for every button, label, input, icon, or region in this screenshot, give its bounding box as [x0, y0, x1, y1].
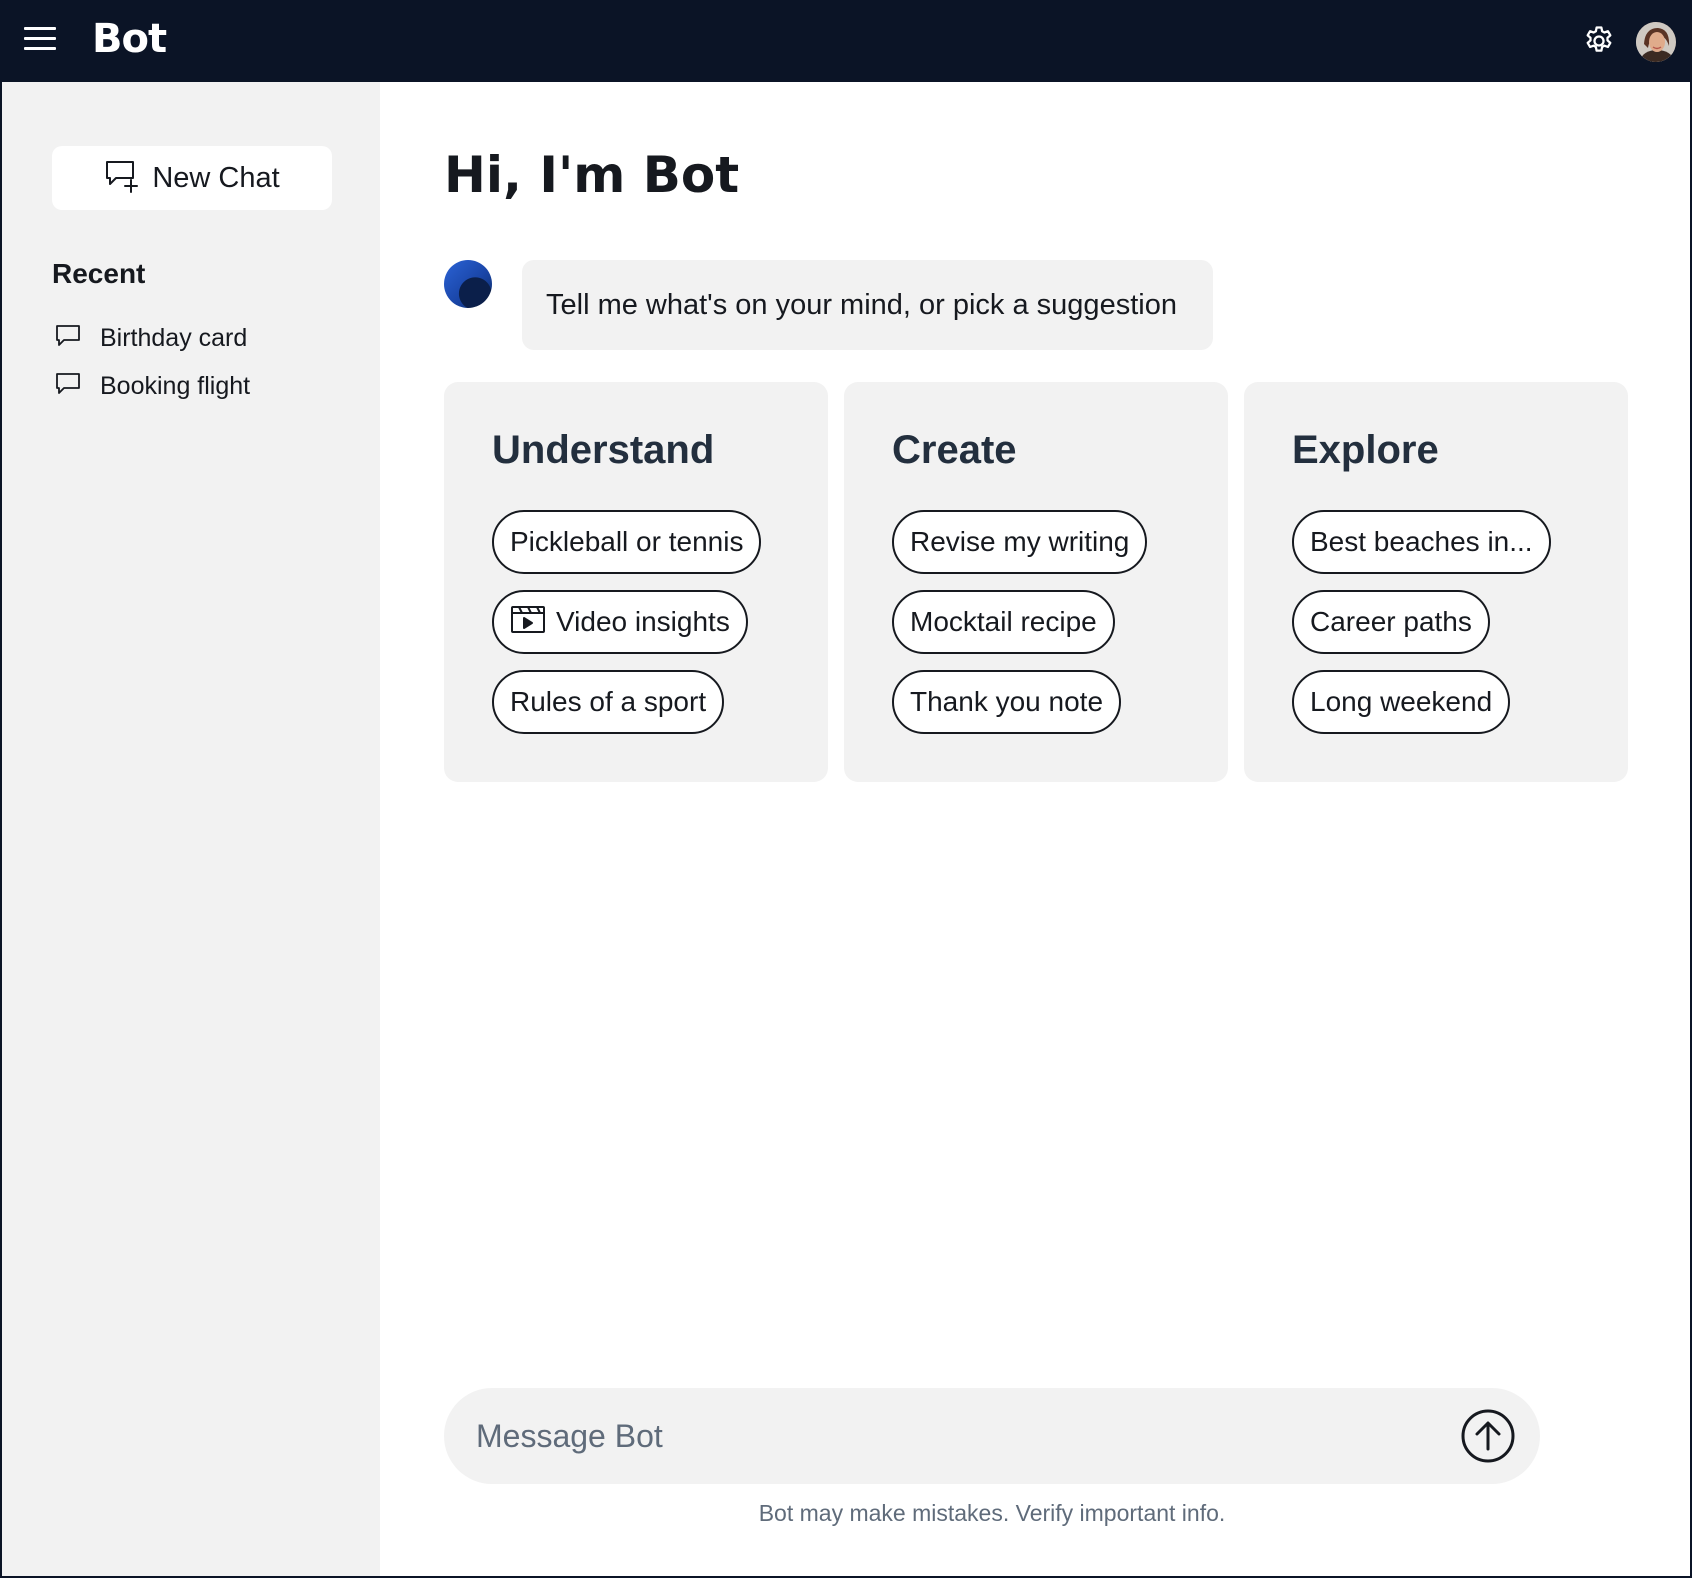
new-chat-label: New Chat: [152, 161, 280, 194]
suggestion-chip[interactable]: Revise my writing: [892, 510, 1148, 574]
sidebar: New Chat Recent Birthday card Booking fl…: [2, 82, 380, 1576]
card-title: Understand: [492, 428, 715, 472]
suggestion-chip[interactable]: Long weekend: [1292, 670, 1511, 734]
suggestion-card-understand: Understand Pickleball or tennis Video in…: [444, 382, 828, 782]
user-avatar[interactable]: [1636, 22, 1676, 62]
chip-label: Career paths: [1310, 606, 1472, 637]
main-panel: Hi, I'm Bot Tell me what's on your mind,…: [380, 82, 1690, 1576]
chip-label: Pickleball or tennis: [510, 526, 744, 557]
chip-label: Video insights: [556, 606, 730, 637]
suggestion-card-create: Create Revise my writing Mocktail recipe…: [844, 382, 1228, 782]
recent-item-birthday-card[interactable]: Birthday card: [54, 322, 247, 355]
message-composer: [444, 1388, 1540, 1484]
disclaimer-text: Bot may make mistakes. Verify important …: [758, 1500, 1226, 1526]
new-chat-button[interactable]: New Chat: [52, 146, 332, 210]
suggestion-chip[interactable]: Video insights: [492, 590, 748, 654]
suggestion-chip[interactable]: Mocktail recipe: [892, 590, 1115, 654]
suggestion-chip[interactable]: Rules of a sport: [492, 670, 725, 734]
page-title: Hi, I'm Bot: [444, 146, 740, 204]
chip-label: Best beaches in...: [1310, 526, 1533, 557]
recent-heading: Recent: [52, 258, 146, 289]
chat-plus-icon: [104, 158, 140, 199]
chip-label: Rules of a sport: [510, 686, 707, 717]
recent-item-label: Booking flight: [100, 372, 251, 400]
chat-bubble-icon: [54, 370, 82, 403]
app-window: Bot New Chat Recent Birthday card Bookin…: [0, 0, 1692, 1578]
chat-bubble-icon: [54, 322, 82, 355]
recent-item-booking-flight[interactable]: Booking flight: [54, 370, 250, 403]
bot-avatar: [444, 260, 492, 308]
chip-label: Revise my writing: [910, 526, 1130, 557]
suggestion-card-explore: Explore Best beaches in... Career paths …: [1244, 382, 1628, 782]
recent-item-label: Birthday card: [100, 324, 248, 352]
chip-label: Mocktail recipe: [910, 606, 1097, 637]
card-title: Explore: [1292, 428, 1439, 472]
suggestion-chip[interactable]: Best beaches in...: [1292, 510, 1551, 574]
arrow-up-circle-icon[interactable]: [1460, 1408, 1516, 1464]
video-clip-icon: [510, 604, 546, 641]
chip-label: Long weekend: [1310, 686, 1493, 717]
suggestion-chip[interactable]: Pickleball or tennis: [492, 510, 762, 574]
suggestion-chip[interactable]: Career paths: [1292, 590, 1490, 654]
chip-label: Thank you note: [910, 686, 1104, 717]
app-brand: Bot: [92, 16, 167, 62]
top-bar: Bot: [2, 2, 1690, 82]
gear-icon[interactable]: [1582, 24, 1616, 58]
suggestion-chip[interactable]: Thank you note: [892, 670, 1122, 734]
card-title: Create: [892, 428, 1017, 472]
message-input[interactable]: [476, 1406, 1436, 1466]
hamburger-menu-icon[interactable]: [24, 24, 56, 54]
intro-message-bubble: Tell me what's on your mind, or pick a s…: [522, 260, 1213, 350]
